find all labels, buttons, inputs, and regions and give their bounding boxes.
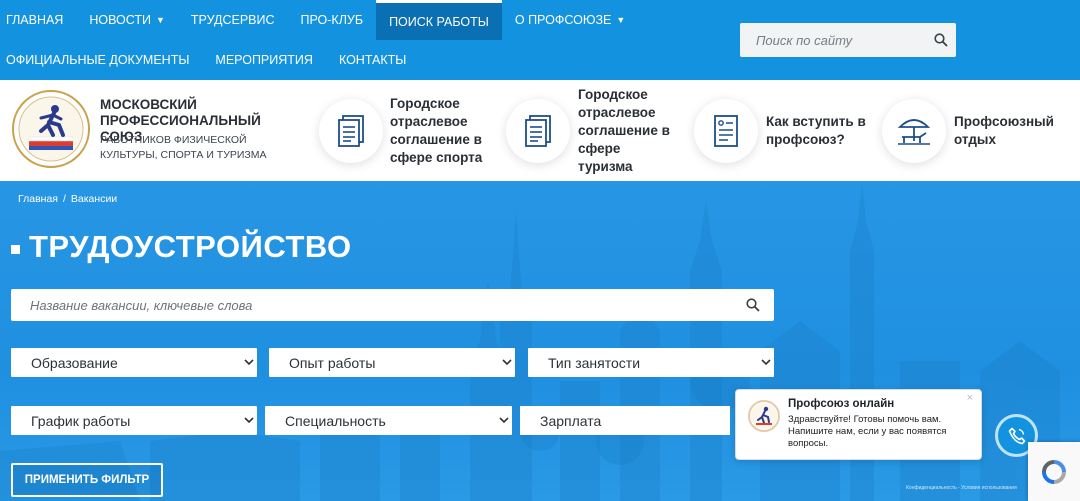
- nav-item-home[interactable]: ГЛАВНАЯ: [0, 0, 76, 40]
- link-label: Городское отраслевое соглашение в сфере …: [390, 95, 483, 165]
- site-search-placeholder: Поиск по сайту: [756, 32, 853, 48]
- recaptcha-icon: [1042, 459, 1066, 484]
- chevron-down-icon: [499, 359, 515, 366]
- select-value: Образование: [31, 354, 118, 371]
- breadcrumb: Главная / Вакансии: [18, 193, 117, 205]
- nav-label: НОВОСТИ: [89, 13, 151, 27]
- select-value: Опыт работы: [289, 354, 376, 371]
- chevron-down-icon: [758, 359, 774, 366]
- link-label: Профсоюзный отдых: [954, 113, 1054, 147]
- education-select[interactable]: Образование: [11, 348, 257, 377]
- link-how-to-join[interactable]: Как вступить в профсоюз?: [694, 80, 866, 181]
- union-logo[interactable]: [11, 89, 91, 169]
- form-icon: [694, 98, 758, 163]
- nav-item-job-search[interactable]: ПОИСК РАБОТЫ: [376, 0, 502, 40]
- nav-label: О ПРОФСОЮЗЕ: [514, 13, 612, 27]
- salary-input[interactable]: Зарплата: [520, 406, 730, 435]
- apply-filter-button[interactable]: ПРИМЕНИТЬ ФИЛЬТР: [11, 463, 163, 497]
- breadcrumb-home[interactable]: Главная: [18, 193, 58, 205]
- chat-avatar: [748, 400, 780, 432]
- link-union-vacation[interactable]: Профсоюзный отдых: [882, 80, 1054, 181]
- org-subtitle: РАБОТНИКОВ ФИЗИЧЕСКОЙ КУЛЬТУРЫ, СПОРТА И…: [100, 134, 267, 161]
- salary-placeholder: Зарплата: [540, 412, 602, 429]
- nav-label: ПРО-КЛУБ: [300, 13, 364, 27]
- job-search-input[interactable]: Название вакансии, ключевые слова: [11, 289, 774, 321]
- nav-label: ПОИСК РАБОТЫ: [389, 14, 489, 29]
- close-icon[interactable]: ×: [967, 392, 973, 404]
- top-navigation: ГЛАВНАЯ НОВОСТИ ▼ ТРУДСЕРВИС ПРО-КЛУБ ПОИ…: [0, 0, 1080, 80]
- document-icon: [319, 98, 383, 163]
- search-icon[interactable]: [732, 298, 774, 312]
- nav-label: КОНТАКТЫ: [338, 53, 407, 67]
- breadcrumb-separator: /: [62, 193, 66, 205]
- breadcrumb-current: Вакансии: [70, 193, 118, 205]
- site-header: МОСКОВСКИЙ ПРОФЕССИОНАЛЬНЫЙ СОЮЗ РАБОТНИ…: [0, 80, 1080, 181]
- nav-label: ТРУДСЕРВИС: [190, 13, 275, 27]
- caret-down-icon: ▼: [616, 14, 626, 25]
- job-search-placeholder: Название вакансии, ключевые слова: [30, 297, 253, 313]
- chat-title: Профсоюз онлайн: [788, 398, 895, 410]
- nav-item-trudservice[interactable]: ТРУДСЕРВИС: [178, 0, 288, 40]
- employment-type-select[interactable]: Тип занятости: [528, 348, 774, 377]
- nav-item-events[interactable]: МЕРОПРИЯТИЯ: [202, 40, 326, 80]
- beach-umbrella-icon: [882, 98, 946, 163]
- chevron-down-icon: [241, 417, 257, 424]
- select-value: Тип занятости: [548, 354, 641, 371]
- select-value: Специальность: [285, 412, 386, 429]
- site-search-input[interactable]: Поиск по сайту: [740, 23, 956, 57]
- phone-icon: [1008, 427, 1025, 444]
- caret-down-icon: ▼: [155, 14, 165, 25]
- schedule-select[interactable]: График работы: [11, 406, 257, 435]
- page-title-text: ТРУДОУСТРОЙСТВО: [29, 229, 352, 264]
- nav-item-contacts[interactable]: КОНТАКТЫ: [326, 40, 419, 80]
- link-tourism-agreement[interactable]: Городское отраслевое соглашение в сфере …: [506, 80, 678, 181]
- chat-popup[interactable]: × Профсоюз онлайн Здравствуйте! Готовы п…: [735, 389, 982, 460]
- chat-message: Здравствуйте! Готовы помочь вам. Напишит…: [788, 414, 947, 449]
- nav-item-official-documents[interactable]: ОФИЦИАЛЬНЫЕ ДОКУМЕНТЫ: [0, 40, 202, 80]
- recaptcha-badge[interactable]: [1028, 442, 1080, 501]
- experience-select[interactable]: Опыт работы: [269, 348, 515, 377]
- nav-label: ОФИЦИАЛЬНЫЕ ДОКУМЕНТЫ: [6, 53, 190, 67]
- nav-label: МЕРОПРИЯТИЯ: [215, 53, 313, 67]
- link-label: Как вступить в профсоюз?: [766, 113, 866, 147]
- select-value: График работы: [31, 412, 131, 429]
- nav-row-primary: ГЛАВНАЯ НОВОСТИ ▼ ТРУДСЕРВИС ПРО-КЛУБ ПОИ…: [0, 0, 638, 40]
- nav-row-secondary: ОФИЦИАЛЬНЫЕ ДОКУМЕНТЫ МЕРОПРИЯТИЯ КОНТАК…: [0, 40, 419, 80]
- chevron-down-icon: [496, 417, 512, 424]
- nav-label: ГЛАВНАЯ: [6, 13, 64, 27]
- recaptcha-terms[interactable]: Конфиденциальность - Условия использован…: [906, 485, 1017, 491]
- specialty-select[interactable]: Специальность: [265, 406, 512, 435]
- document-icon: [506, 98, 570, 163]
- nav-item-pro-club[interactable]: ПРО-КЛУБ: [288, 0, 377, 40]
- chevron-down-icon: [241, 359, 257, 366]
- nav-item-news[interactable]: НОВОСТИ ▼: [76, 0, 178, 40]
- link-sport-agreement[interactable]: Городское отраслевое соглашение в сфере …: [319, 80, 486, 181]
- title-marker: [11, 244, 20, 254]
- link-label: Городское отраслевое соглашение в сфере …: [578, 86, 670, 174]
- nav-item-about[interactable]: О ПРОФСОЮЗЕ ▼: [502, 0, 638, 40]
- search-icon[interactable]: [926, 33, 956, 47]
- page-title: ТРУДОУСТРОЙСТВО: [11, 229, 352, 265]
